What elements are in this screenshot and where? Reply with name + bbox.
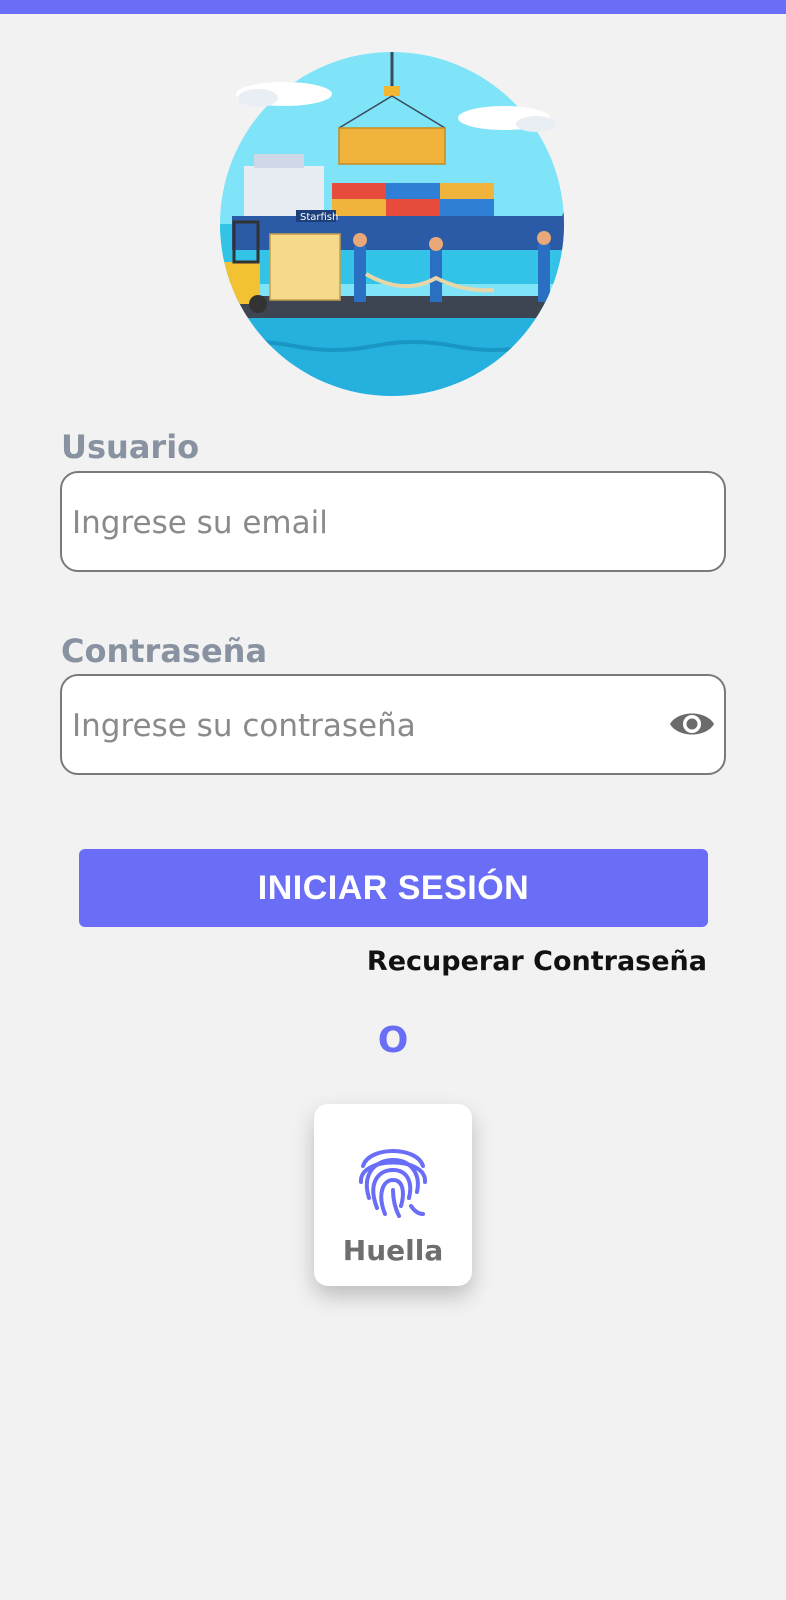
fingerprint-login-button[interactable]: Huella	[314, 1104, 472, 1286]
password-label: Contraseña	[61, 632, 268, 670]
email-input[interactable]	[70, 473, 634, 572]
fingerprint-label: Huella	[342, 1234, 444, 1267]
recover-password-link[interactable]: Recuperar Contraseña	[367, 946, 707, 977]
password-field[interactable]	[60, 674, 726, 775]
login-button[interactable]: INICIAR SESIÓN	[79, 849, 708, 927]
username-label: Usuario	[61, 428, 200, 466]
fingerprint-icon	[358, 1149, 428, 1218]
password-input[interactable]	[70, 676, 634, 775]
username-field[interactable]	[60, 471, 726, 572]
ship-name-text: Starfish	[300, 212, 338, 223]
or-separator: O	[377, 1020, 409, 1061]
cargo-port-illustration: Starfish	[220, 52, 564, 396]
top-accent-bar	[0, 0, 786, 14]
eye-icon[interactable]	[668, 704, 716, 744]
